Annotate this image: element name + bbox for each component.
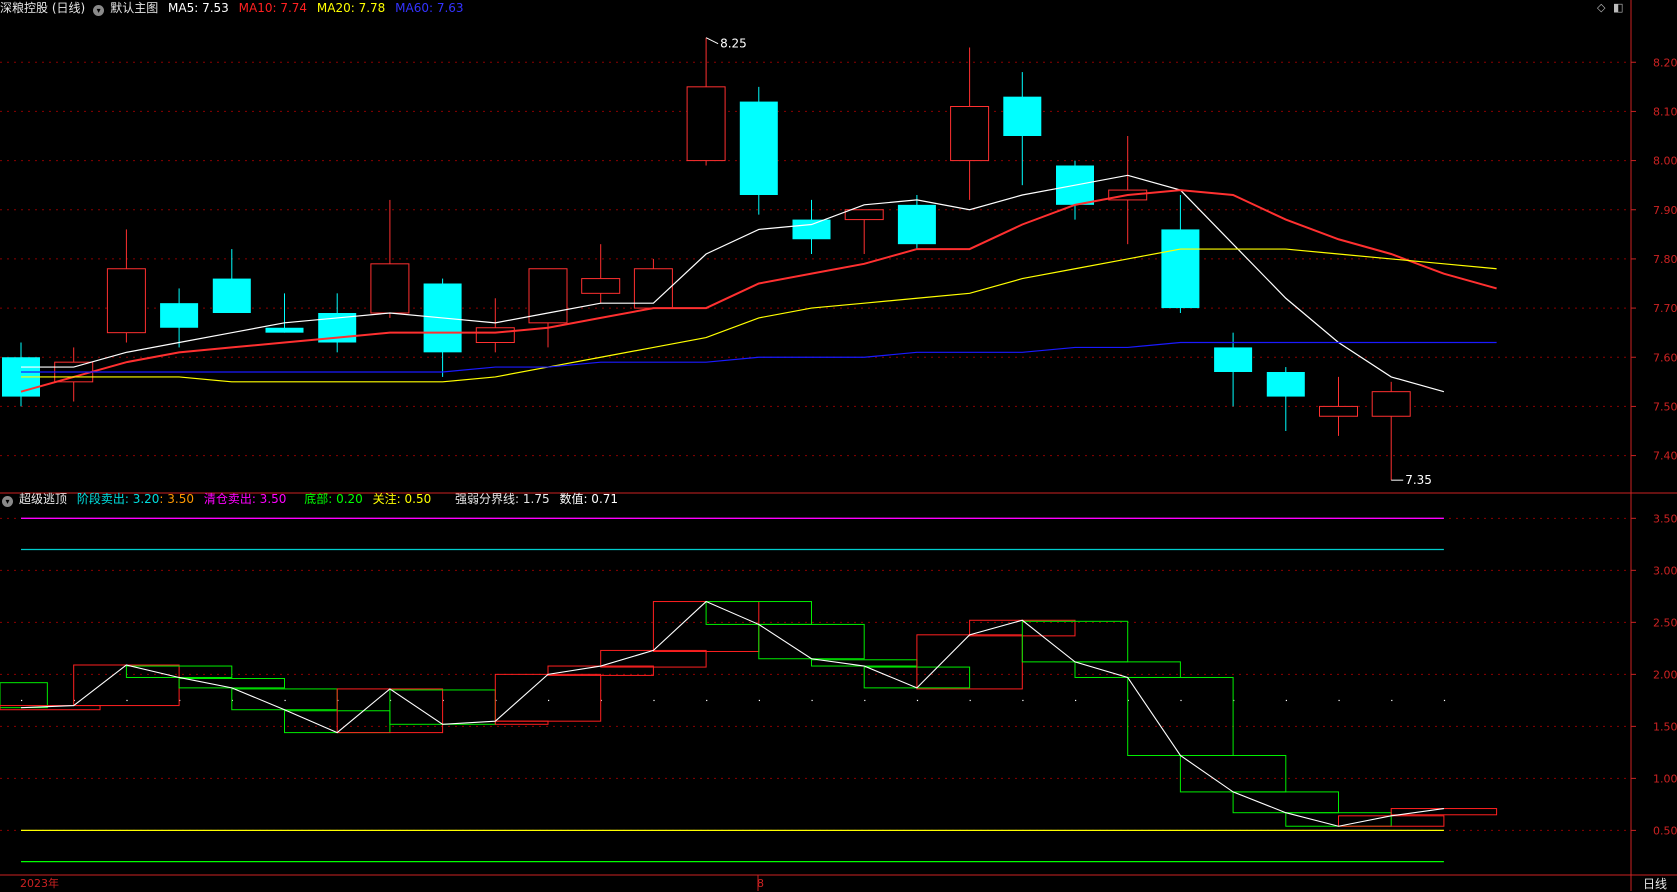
candle-body-up	[370, 263, 410, 314]
main-info-bar: 深粮控股 (日线) ▾ 默认主图 MA5: 7.53 MA10: 7.74 MA20…	[0, 0, 470, 16]
ma10-label: MA10: 7.74	[238, 1, 308, 15]
main-tick-label: 7.50	[1653, 400, 1677, 413]
divider-dot	[758, 699, 760, 702]
value-label: 数值: 0.71	[559, 492, 619, 506]
candle-body-up	[950, 106, 990, 162]
candle-body-down	[1214, 347, 1253, 372]
candle-body-up	[686, 86, 726, 162]
diamond-icon[interactable]: ◇	[1597, 1, 1605, 14]
candle-body-down	[739, 101, 778, 195]
candle-body-down	[265, 327, 304, 333]
clear-sell-label: 清仓卖出: 3.50	[203, 492, 287, 506]
candle-body-up	[1371, 391, 1411, 417]
divider-dot	[706, 699, 708, 702]
indicator-box-down	[1179, 754, 1287, 793]
candle-body-up	[1319, 405, 1358, 417]
indicator-name[interactable]: 超级逃顶	[19, 492, 67, 506]
candle-body-up	[581, 278, 621, 294]
main-tick-label: 8.00	[1653, 155, 1677, 168]
candle-body-down	[212, 278, 251, 313]
year-label: 2023年	[20, 877, 59, 890]
indicator-box-down	[1074, 661, 1181, 678]
main-tick-label: 8.10	[1653, 105, 1677, 118]
divider-dot	[653, 699, 655, 702]
divider-dot	[21, 699, 23, 702]
divider-dot	[864, 699, 866, 702]
period-button[interactable]: 日线	[1643, 876, 1667, 892]
stage-sell-label-2: : 3.50	[159, 492, 194, 506]
main-tick-label: 7.40	[1653, 450, 1677, 463]
candle-body-up	[106, 268, 146, 334]
template-dropdown-icon[interactable]: ▾	[93, 5, 105, 16]
low-marker-label: 7.35	[1405, 473, 1432, 487]
divider-dot	[126, 699, 128, 702]
candle-body-down	[897, 204, 936, 245]
indicator-menu-icon[interactable]: ▾	[2, 496, 13, 507]
divider-dot	[284, 699, 286, 702]
main-tick-label: 7.90	[1653, 204, 1677, 217]
ma60-label: MA60: 7.63	[395, 1, 464, 15]
panel-toggle-icon[interactable]: ◧	[1613, 1, 1623, 14]
divider-dot	[1443, 699, 1446, 702]
indicator-box-up	[600, 649, 707, 668]
indicator-tick-label: 2.50	[1653, 616, 1677, 629]
divider-dot	[1022, 699, 1024, 702]
candle-body-down	[1266, 372, 1305, 397]
indicator-box-down	[1127, 676, 1234, 756]
high-marker-arrow	[705, 37, 719, 45]
indicator-box-down	[0, 682, 48, 709]
candle-body-up	[844, 209, 884, 221]
divider-dot	[916, 699, 919, 702]
indicator-box-down	[231, 688, 338, 711]
indicator-tick-label: 1.00	[1653, 772, 1677, 785]
indicator-box-down	[758, 623, 865, 660]
main-tick-label: 7.60	[1653, 351, 1677, 364]
divider-dot	[1180, 699, 1182, 702]
focus-label: 关注: 0.50	[372, 492, 432, 506]
template-name[interactable]: 默认主图	[110, 1, 158, 15]
ma-line-ma20	[21, 248, 1497, 383]
candle-body-down	[1161, 229, 1200, 309]
main-tick-label: 8.20	[1653, 56, 1677, 69]
main-tick-label: 7.80	[1653, 253, 1677, 266]
indicator-box-up	[494, 673, 602, 722]
divider-dot	[548, 699, 550, 702]
indicator-box-down	[1232, 791, 1339, 814]
bottom-label: 底部: 0.20	[304, 492, 363, 506]
divider-dot	[1285, 699, 1287, 702]
indicator-tick-label: 0.50	[1653, 824, 1677, 837]
candle-body-up	[528, 268, 568, 324]
high-marker-label: 8.25	[720, 37, 747, 51]
divider-dot	[811, 699, 813, 702]
candle-body-down	[160, 303, 199, 328]
stage-sell-label: 阶段卖出: 3.20	[76, 492, 160, 506]
chart-canvas[interactable]: 7.40 7.50 7.60 7.70 7.80 7.90 8.00 8.10 8.20 0.50…	[0, 0, 1677, 891]
divider-dot	[1338, 699, 1340, 702]
candle-body-up	[633, 268, 673, 309]
indicator-value-line	[20, 600, 1444, 827]
divider-dot	[1391, 699, 1393, 702]
candle-body-down	[792, 219, 831, 240]
divider-line-label: 强弱分界线: 1.75	[455, 492, 550, 506]
indicator-tick-label: 1.50	[1653, 720, 1677, 733]
main-tick-label: 7.70	[1653, 302, 1677, 315]
indicator-info-bar: ▾ 超级逃顶 阶段卖出: 3.20: 3.50 清仓卖出: 3.50 底部: 0.…	[0, 491, 624, 507]
candle-body-down	[1003, 96, 1042, 136]
indicator-tick-label: 2.00	[1653, 668, 1677, 681]
ma20-label: MA20: 7.78	[316, 1, 386, 15]
divider-dot	[969, 699, 971, 702]
month-label: 8	[757, 877, 764, 890]
ma5-label: MA5: 7.53	[168, 1, 229, 15]
divider-dot	[1075, 699, 1077, 702]
indicator-tick-label: 3.50	[1653, 512, 1677, 525]
stock-title[interactable]: 深粮控股 (日线)	[0, 1, 85, 15]
indicator-box-down	[178, 678, 286, 689]
candle-body-up	[475, 327, 515, 343]
indicator-tick-label: 3.00	[1653, 564, 1677, 577]
